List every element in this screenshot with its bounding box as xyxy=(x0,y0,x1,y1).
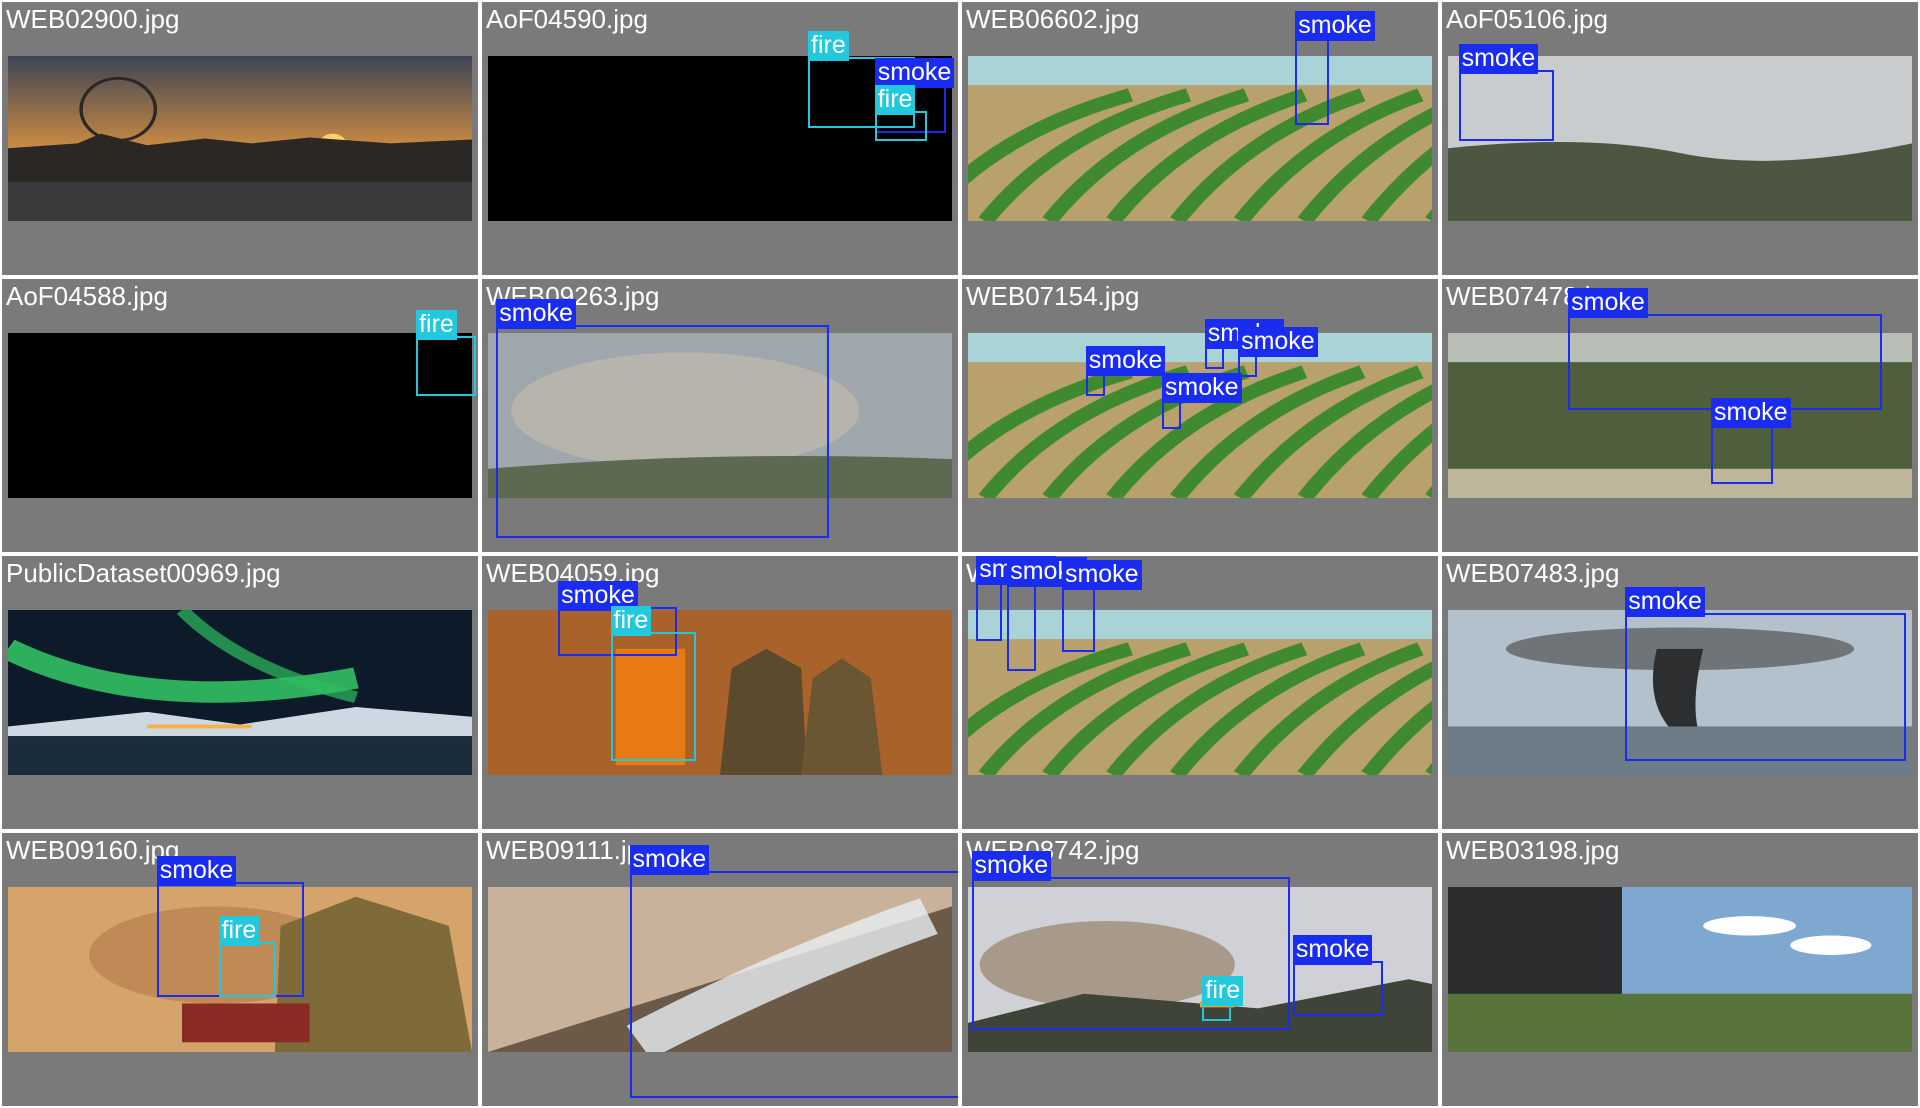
image-thumbnail xyxy=(8,333,472,498)
image-filename: WEB06602.jpg xyxy=(966,4,1140,34)
fire-label: fire xyxy=(874,85,916,116)
smoke-label: smoke xyxy=(1625,587,1705,618)
smoke-bounding-box xyxy=(1161,399,1181,430)
fire-label: fire xyxy=(808,30,849,61)
smoke-bounding-box xyxy=(1458,70,1554,142)
image-filename: PublicDataset00969.jpg xyxy=(6,558,281,588)
image-tile: AoF05106.jpg smoke xyxy=(1442,2,1918,275)
image-tile: WEB07483.jpg smoke xyxy=(1442,556,1918,829)
image-tile: WEB06602.jpg smoke xyxy=(962,2,1438,275)
smoke-bounding-box xyxy=(971,876,1291,1030)
smoke-label: smoke xyxy=(874,57,955,88)
image-filename: WEB07483.jpg xyxy=(1446,558,1620,588)
fire-label: fire xyxy=(610,606,652,637)
smoke-label: smoke xyxy=(156,856,237,887)
smoke-label: smoke xyxy=(1458,44,1539,75)
smoke-label: smoke xyxy=(629,845,710,876)
image-tile: PublicDataset00969.jpg xyxy=(2,556,478,829)
image-tile: WEB04059.jpg smoke fire xyxy=(482,556,958,829)
smoke-label: smoke xyxy=(496,299,576,330)
smoke-bounding-box xyxy=(629,871,958,1098)
fire-bounding-box xyxy=(610,632,697,761)
image-filename: AoF04590.jpg xyxy=(486,4,648,34)
fire-bounding-box xyxy=(416,336,476,397)
fire-label: fire xyxy=(218,916,260,947)
fire-bounding-box xyxy=(218,942,276,997)
smoke-bounding-box xyxy=(1625,613,1907,761)
image-filename: WEB02900.jpg xyxy=(6,4,180,34)
image-thumbnail xyxy=(968,610,1432,775)
image-tile: WEB02900.jpg xyxy=(2,2,478,275)
image-tile: WEB07478.jpg smoke smoke xyxy=(1442,279,1918,552)
image-tile: WEB09160.jpg smoke fire xyxy=(2,833,478,1106)
smoke-bounding-box xyxy=(1292,961,1384,1016)
smoke-bounding-box xyxy=(1007,583,1036,671)
smoke-label: smoke xyxy=(1085,345,1166,376)
image-filename: WEB09160.jpg xyxy=(6,835,180,865)
smoke-bounding-box xyxy=(1295,37,1329,125)
image-tile: WEB06612.jpg smokesmokesmoke xyxy=(962,556,1438,829)
image-filename: AoF05106.jpg xyxy=(1446,4,1608,34)
image-thumbnail xyxy=(1448,887,1912,1052)
smoke-label: smoke xyxy=(1061,560,1142,591)
smoke-label: smoke xyxy=(1292,935,1373,966)
image-filename: WEB07154.jpg xyxy=(966,281,1140,311)
smoke-label: smoke xyxy=(1238,326,1318,357)
image-filename: AoF04588.jpg xyxy=(6,281,168,311)
image-tile: AoF04588.jpg fire xyxy=(2,279,478,552)
image-filename: WEB03198.jpg xyxy=(1446,835,1620,865)
smoke-label: smoke xyxy=(1710,397,1791,428)
fire-label: fire xyxy=(416,310,457,341)
smoke-label: smoke xyxy=(1568,288,1648,319)
smoke-bounding-box xyxy=(1061,586,1096,652)
image-tile: AoF04590.jpg fire smoke fire xyxy=(482,2,958,275)
image-thumbnail xyxy=(968,333,1432,498)
image-tile: WEB08742.jpg smoke smoke fire xyxy=(962,833,1438,1106)
image-tile: WEB07154.jpg smokesmokesmokesmoke xyxy=(962,279,1438,552)
detection-grid: WEB02900.jpg AoF04590.jpg fire smoke fire WE… xyxy=(0,0,1920,1108)
image-thumbnail xyxy=(8,610,472,775)
image-tile: WEB09111.jpg smoke xyxy=(482,833,958,1106)
image-thumbnail xyxy=(8,56,472,221)
image-tile: WEB03198.jpg xyxy=(1442,833,1918,1106)
smoke-bounding-box xyxy=(976,580,1003,641)
smoke-bounding-box xyxy=(1710,423,1773,484)
image-thumbnail xyxy=(968,56,1432,221)
smoke-label: smoke xyxy=(1161,373,1242,404)
image-tile: WEB09263.jpg smoke xyxy=(482,279,958,552)
fire-bounding-box xyxy=(874,111,928,142)
fire-label: fire xyxy=(1202,976,1244,1007)
smoke-label: smoke xyxy=(971,850,1052,881)
smoke-label: smoke xyxy=(1295,11,1375,42)
smoke-bounding-box xyxy=(1568,314,1883,411)
smoke-bounding-box xyxy=(496,325,830,539)
